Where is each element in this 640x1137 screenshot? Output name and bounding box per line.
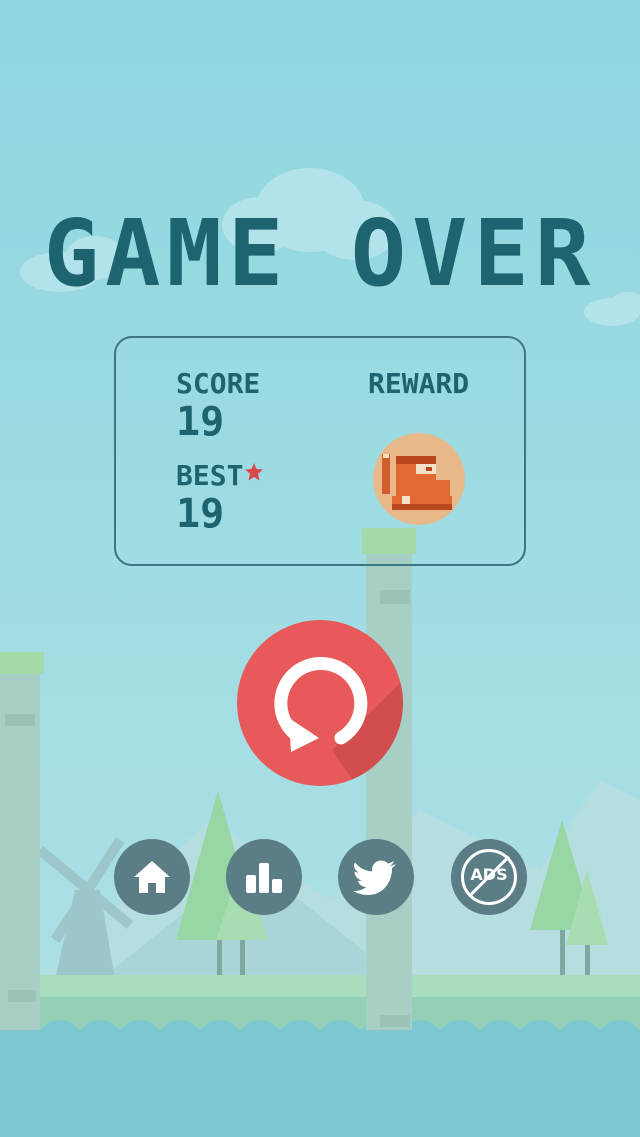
background-art xyxy=(0,168,640,1137)
twitter-button[interactable] xyxy=(338,839,414,915)
center-pillar xyxy=(362,528,416,1030)
replay-button[interactable] xyxy=(237,620,403,786)
water xyxy=(0,1020,640,1137)
game-scene: GAME OVER SCORE 19 BEST 19 REWARD xyxy=(0,0,640,1137)
stats-panel: SCORE 19 BEST 19 REWARD xyxy=(114,336,526,566)
best-star-icon xyxy=(245,463,263,481)
best-label: BEST xyxy=(176,459,244,492)
home-button[interactable] xyxy=(114,839,190,915)
game-over-title: GAME OVER xyxy=(43,200,597,307)
twitter-icon xyxy=(354,860,396,895)
replay-icon xyxy=(274,656,403,786)
no-ads-button[interactable]: ADS xyxy=(451,839,527,915)
grass-strip xyxy=(0,975,640,997)
leaderboard-icon xyxy=(246,863,282,893)
leaderboard-button[interactable] xyxy=(226,839,302,915)
reward-character-icon xyxy=(373,433,465,525)
reward-label: REWARD xyxy=(368,367,470,400)
score-label: SCORE xyxy=(176,367,261,400)
home-icon xyxy=(134,861,170,893)
left-pillar xyxy=(0,652,44,1030)
best-value: 19 xyxy=(176,491,225,537)
score-value: 19 xyxy=(176,399,225,445)
